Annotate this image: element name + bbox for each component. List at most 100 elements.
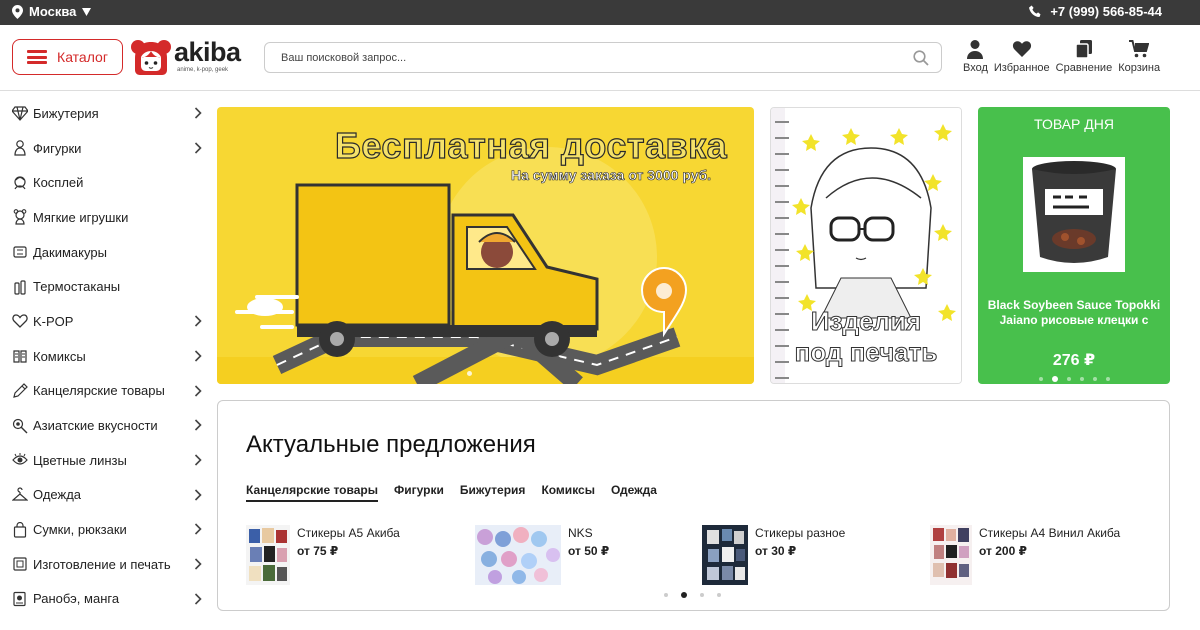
- sidebar-item[interactable]: Косплей: [0, 165, 210, 200]
- sticker-sheet-image: [475, 525, 561, 585]
- product-price: от 30 ₽: [755, 544, 797, 558]
- sidebar-item[interactable]: Изготовление и печать: [0, 547, 210, 582]
- tab-comics[interactable]: Комиксы: [541, 483, 595, 502]
- chevron-right-icon: [194, 593, 202, 605]
- product-card[interactable]: Стикеры А5 Акиба от 75 ₽: [246, 525, 400, 585]
- logo-mascot-icon: [131, 40, 171, 75]
- plush-icon: [12, 209, 28, 226]
- current-offers-section: Актуальные предложения Канцелярские това…: [217, 400, 1170, 611]
- product-name[interactable]: Стикеры А4 Винил Акиба: [979, 526, 1120, 540]
- banner-subtitle: На сумму заказа от 3000 руб.: [511, 167, 712, 184]
- compare-icon: [1075, 40, 1092, 59]
- favorites-button[interactable]: Избранное: [991, 39, 1053, 74]
- sidebar-item-label: Изготовление и печать: [33, 556, 171, 572]
- sidebar-item[interactable]: Азиатские вкусности: [0, 408, 210, 443]
- sidebar-item-label: Косплей: [33, 175, 84, 191]
- user-icon: [967, 40, 984, 59]
- sidebar-item[interactable]: Сумки, рюкзаки: [0, 512, 210, 547]
- sidebar-item-label: Одежда: [33, 487, 82, 503]
- product-name[interactable]: NKS: [568, 526, 609, 540]
- chevron-right-icon: [194, 523, 202, 535]
- search-icon[interactable]: [913, 50, 929, 66]
- print-title-line1: Изделия: [810, 306, 922, 337]
- sidebar-item-label: Термостаканы: [33, 279, 121, 295]
- chevron-right-icon: [194, 142, 202, 154]
- product-card[interactable]: Стикеры А4 Винил Акиба от 200 ₽: [930, 525, 1120, 585]
- logo[interactable]: akiba anime, k-pop, geek: [130, 37, 245, 77]
- figure-icon: [12, 140, 28, 156]
- offers-carousel-dots[interactable]: [664, 592, 721, 598]
- sidebar-item-label: Ранобэ, манга: [33, 591, 120, 607]
- sidebar-item-label: Мягкие игрушки: [33, 209, 129, 225]
- login-button[interactable]: Вход: [960, 39, 991, 74]
- tab-figures[interactable]: Фигурки: [394, 483, 444, 502]
- heart-icon: [1012, 41, 1031, 57]
- product-name[interactable]: Стикеры А5 Акиба: [297, 526, 400, 540]
- food-icon: [12, 418, 28, 434]
- sidebar-item[interactable]: Комиксы: [0, 339, 210, 374]
- compare-label: Сравнение: [1055, 62, 1113, 74]
- deal-carousel-dots[interactable]: [978, 376, 1170, 382]
- sidebar-item[interactable]: Ранобэ, манга: [0, 582, 210, 617]
- sidebar-item[interactable]: K-POP: [0, 304, 210, 339]
- site-header: Каталог akiba anime, k-pop, geek Вход Из…: [0, 25, 1200, 91]
- sidebar-item[interactable]: Дакимакуры: [0, 235, 210, 270]
- sidebar-item[interactable]: Фигурки: [0, 131, 210, 166]
- product-card[interactable]: NKS от 50 ₽: [475, 525, 609, 585]
- tab-stationery[interactable]: Канцелярские товары: [246, 483, 378, 502]
- deal-product-image[interactable]: [1023, 157, 1125, 272]
- sidebar-item[interactable]: Одежда: [0, 478, 210, 513]
- pencil-icon: [12, 382, 28, 399]
- chevron-right-icon: [194, 384, 202, 397]
- sidebar-item-label: Азиатские вкусности: [33, 418, 158, 434]
- cosplay-icon: [12, 175, 28, 191]
- chevron-right-icon: [194, 454, 202, 466]
- sidebar-item-label: Цветные линзы: [33, 452, 127, 468]
- banner-dots[interactable]: [467, 371, 472, 376]
- sticker-sheet-image: [702, 525, 748, 585]
- eye-icon: [12, 452, 28, 468]
- location-pin-icon: [12, 4, 23, 19]
- offers-title: Актуальные предложения: [246, 431, 536, 458]
- topokki-cup-icon: [1032, 161, 1116, 263]
- hanger-icon: [12, 487, 28, 503]
- cart-button[interactable]: Корзина: [1115, 39, 1163, 74]
- search-input[interactable]: [265, 43, 865, 72]
- product-name[interactable]: Стикеры разное: [755, 526, 845, 540]
- banner-free-delivery[interactable]: Бесплатная доставка На сумму заказа от 3…: [217, 107, 754, 384]
- tab-jewelry[interactable]: Бижутерия: [460, 483, 526, 502]
- book-icon: [12, 348, 28, 364]
- deal-of-the-day[interactable]: ТОВАР ДНЯ Black Soybeen Sauce Topokki Ja…: [978, 107, 1170, 384]
- product-card[interactable]: Стикеры разное от 30 ₽: [702, 525, 845, 585]
- phone-number: +7 (999) 566-85-44: [1050, 4, 1162, 19]
- sidebar-item-label: Дакимакуры: [33, 244, 107, 260]
- sidebar-item[interactable]: Цветные линзы: [0, 443, 210, 478]
- sidebar-item[interactable]: Бижутерия: [0, 96, 210, 131]
- catalog-button[interactable]: Каталог: [12, 39, 123, 75]
- search-box: [264, 42, 942, 73]
- banner-print-products[interactable]: Изделия под печать: [770, 107, 962, 384]
- sidebar-item[interactable]: Канцелярские товары: [0, 374, 210, 409]
- pillow-icon: [12, 244, 28, 260]
- tab-clothing[interactable]: Одежда: [611, 483, 657, 502]
- chevron-right-icon: [194, 107, 202, 119]
- banner-title: Бесплатная доставка: [334, 124, 728, 166]
- catalog-label: Каталог: [57, 49, 108, 65]
- chevron-right-icon: [194, 558, 202, 570]
- chevron-right-icon: [194, 419, 202, 431]
- product-price: от 75 ₽: [297, 544, 339, 558]
- favorites-label: Избранное: [993, 62, 1050, 74]
- sidebar-item[interactable]: Термостаканы: [0, 269, 210, 304]
- logo-tagline: anime, k-pop, geek: [177, 67, 229, 73]
- compare-button[interactable]: Сравнение: [1053, 39, 1116, 74]
- sidebar-item-label: Комиксы: [33, 348, 86, 364]
- print-banner-dots[interactable]: [873, 370, 878, 375]
- phone-link[interactable]: +7 (999) 566-85-44: [1029, 4, 1162, 19]
- city-selector[interactable]: Москва: [12, 4, 92, 19]
- sidebar-item-label: Фигурки: [33, 140, 82, 156]
- deal-product-name[interactable]: Black Soybeen Sauce Topokki Jaiano рисов…: [986, 298, 1162, 328]
- manga-icon: [12, 591, 28, 607]
- sidebar-item[interactable]: Мягкие игрушки: [0, 200, 210, 235]
- bag-icon: [12, 521, 28, 538]
- print-banner-title: Изделия под печать: [771, 306, 961, 368]
